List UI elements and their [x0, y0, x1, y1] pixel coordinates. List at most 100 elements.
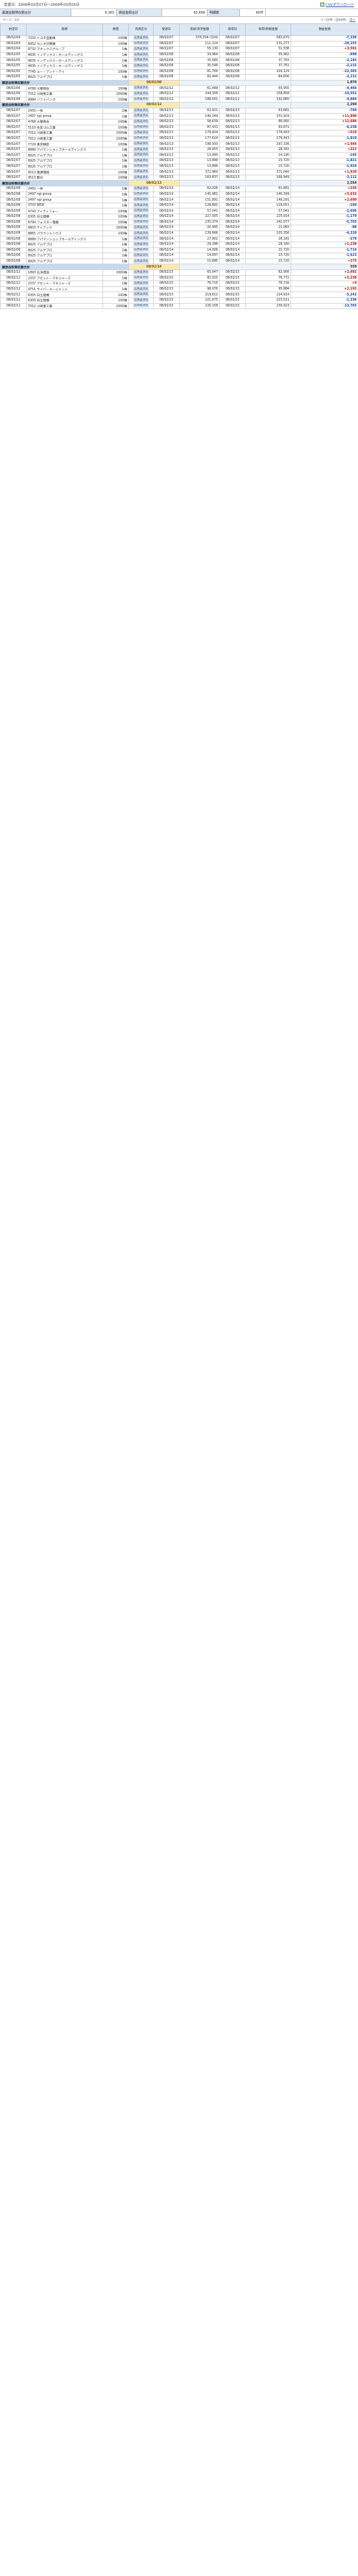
trade-type: 信用返済売 [128, 96, 154, 103]
security-name[interactable]: 6794 フォスター電機 [26, 219, 103, 226]
acq-date: 08/02/12 [219, 85, 246, 92]
profit-loss: +2,092 [291, 269, 358, 276]
date-range: 受渡日：2008年02月07日～2008年03月05日 [4, 3, 80, 7]
security-name[interactable]: 8925 アルデプロ [26, 158, 103, 164]
settle-date: 08/02/14 [153, 219, 180, 226]
security-name[interactable]: 6305 日立建機 [26, 214, 103, 220]
trade-type: 信用返済売 [128, 51, 154, 58]
security-name[interactable]: 2337 アセット・マネジャーズ [26, 275, 103, 282]
security-name[interactable]: 8889 アパマンショップホールディングス [26, 146, 103, 153]
security-name[interactable]: 4835 インデックス・ホールディングス [26, 62, 103, 69]
col-settle-date: 受渡日 [153, 23, 180, 36]
trade-row: 08/02/08 8925 アルデプロ 1株 信用返済売 08/02/14 14,006 0… [0, 247, 358, 254]
quantity: 100株 [102, 85, 129, 92]
col-sale-amount: 売却/決済金額 [179, 23, 220, 36]
trade-date: 08/02/08 [0, 197, 27, 203]
security-name[interactable]: 8925 アルデプロ [26, 258, 103, 265]
trade-row: 08/02/07 8925 アルデプロ 1株 信用返済売 08/02/13 13,995 0… [0, 152, 358, 159]
profit-loss: +0 [291, 281, 358, 287]
security-name[interactable]: 2497 ngi group [26, 113, 103, 119]
trade-type-badge: 信用返済売 [132, 36, 150, 40]
sale-amount: 55,130 [179, 46, 220, 53]
profit-loss: -2,183 [291, 57, 358, 64]
security-name[interactable]: 7729 東京精密 [26, 141, 103, 147]
trade-date: 08/02/04 [0, 40, 27, 47]
quantity: 1株 [102, 46, 129, 53]
trade-type-badge: 信用返済売 [132, 75, 150, 79]
security-name[interactable]: 8865 パラウントハウス [26, 230, 103, 237]
profit-loss: +175 [291, 258, 358, 265]
trade-type-badge: 信用返済売 [132, 53, 150, 57]
profit-loss: -4,884 [291, 96, 358, 103]
security-name[interactable]: 4768 大塚商会 [26, 85, 103, 92]
security-name[interactable]: 4743 アイティフォー [26, 208, 103, 214]
trade-type-badge: 信用返済売 [132, 293, 150, 297]
trade-row: 08/02/07 4768 大塚商会 100株 信用返済売 08/02/13 58,639… [0, 118, 358, 125]
sale-amount: 179,924 [179, 130, 220, 136]
security-name[interactable]: 4751 サイバーエージェント [26, 286, 103, 293]
sale-amount: 111,124 [179, 40, 220, 47]
acq-amount: 583,670 [245, 35, 291, 42]
security-name[interactable]: 7012 川崎重工業 [26, 303, 103, 310]
sale-amount: 81,764 [179, 68, 220, 75]
acq-amount: 66,950 [245, 118, 291, 125]
security-name[interactable]: 7012 川崎重工業 [26, 135, 103, 142]
trade-row: 08/02/12 7012 川崎重工業 1000株 信用返済売 08/02/15 226,… [0, 303, 358, 310]
security-name[interactable]: 6803 ティアック [26, 225, 103, 231]
security-name[interactable]: 4835 インデックス・ホールディングス [26, 57, 103, 64]
security-name[interactable]: 2497 ngi group [26, 197, 103, 203]
security-name[interactable]: 7012 川崎重工業 [26, 90, 103, 97]
security-name[interactable]: 2497 ngi group [26, 191, 103, 198]
next-page-link[interactable]: 次へ [350, 19, 355, 22]
profit-loss: -1,623 [291, 253, 358, 259]
security-name[interactable]: 8889 アパマンショップホールディングス [26, 236, 103, 242]
trade-date: 08/02/08 [0, 241, 27, 248]
summary-bar: 譲渡益税徴収額合計 6,363 損益金額合計 63,608 明細数 60件 [0, 9, 358, 17]
tax-filler [179, 264, 291, 270]
settle-date: 08/02/12 [153, 85, 180, 92]
security-name[interactable]: 1893 五洋建設 [26, 269, 103, 276]
security-name[interactable]: 3703 NEW [26, 202, 103, 209]
quantity: 1株 [102, 146, 129, 153]
settle-date: 08/02/13 [153, 113, 180, 119]
security-name[interactable]: 7012 川崎重工業 [26, 130, 103, 136]
security-name[interactable]: 6305 日立建機 [26, 297, 103, 304]
security-name[interactable]: 8925 アルデプロ [26, 74, 103, 81]
acq-date: 08/02/14 [219, 191, 246, 198]
security-name[interactable]: 7203 トヨタ自動車 [26, 35, 103, 42]
trade-row: 08/02/12 1893 五洋建設 1000株 信用返済売 08/02/15 65,04… [0, 269, 358, 276]
security-name[interactable]: 8925 アルデプロ [26, 241, 103, 248]
security-name[interactable]: 2450 一休 [26, 107, 103, 114]
security-name[interactable]: 6952 カシオ計算機 [26, 40, 103, 47]
security-name[interactable]: 9984 ソフトバンク [26, 96, 103, 103]
security-name[interactable]: 8925 アルデプロ [26, 253, 103, 259]
sale-amount: 87,433 [179, 124, 220, 131]
trade-type-badge: 信用返済売 [132, 298, 150, 303]
security-name[interactable]: 9513 都天 [26, 174, 103, 181]
security-name[interactable]: 8925 アルデプロ [26, 163, 103, 170]
security-name[interactable]: 6305 日立建機 [26, 292, 103, 298]
trade-row: 08/02/04 7203 トヨタ自動車 100株 信用返済売 08/02/07 576,… [0, 35, 358, 42]
security-name[interactable]: 5110 住友ゴム工業 [26, 124, 103, 131]
profit-loss: -4,466 [291, 85, 358, 92]
security-name[interactable]: 4768 大塚商会 [26, 118, 103, 125]
acq-amount: 21,083 [245, 225, 291, 231]
acq-date: 08/02/13 [219, 113, 246, 119]
security-name[interactable]: 2337 アセット・マネジャーズ [26, 281, 103, 287]
quantity: 100株 [102, 230, 129, 237]
security-name[interactable]: 8732 マネックスグループ [26, 46, 103, 53]
security-name[interactable]: 2450 一休 [26, 186, 103, 192]
trade-type: 信用返済売 [128, 163, 154, 170]
security-name[interactable]: 7745 エー・アンド・デイ [26, 68, 103, 75]
profit-loss: -2,215 [291, 62, 358, 69]
security-name[interactable]: 9513 電源開発 [26, 169, 103, 175]
csv-download-link[interactable]: CSVダウンロード [320, 2, 354, 7]
trade-date: 08/02/06 [0, 85, 27, 92]
settle-date: 08/02/08 [153, 68, 180, 75]
settle-date: 08/02/12 [153, 90, 180, 97]
trade-type-badge: 信用返済売 [132, 58, 150, 63]
acq-date: 08/02/14 [219, 247, 246, 254]
security-name[interactable]: 4835 インデックス・ホールディングス [26, 51, 103, 58]
security-name[interactable]: 8925 アルデプロ [26, 152, 103, 159]
security-name[interactable]: 8925 アルデプロ [26, 247, 103, 254]
